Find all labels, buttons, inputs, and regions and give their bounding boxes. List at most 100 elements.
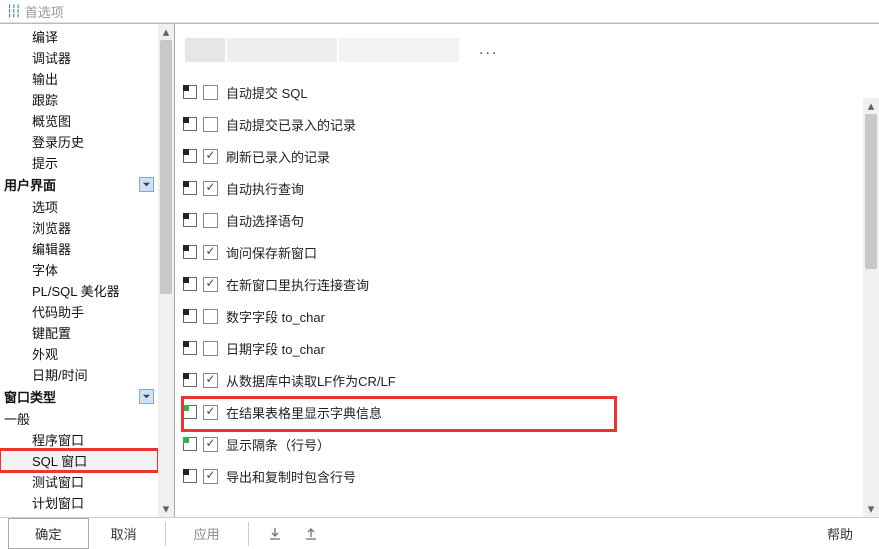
option-row: 日期字段 to_char: [183, 332, 879, 364]
lock-indicator[interactable]: [183, 85, 197, 99]
option-label: 自动选择语句: [226, 211, 304, 230]
tree-item[interactable]: 选项: [0, 196, 158, 217]
titlebar: ┆┆┆ 首选项: [0, 0, 879, 23]
option-row: 自动选择语句: [183, 204, 879, 236]
tree-item[interactable]: PL/SQL 美化器: [0, 280, 158, 301]
tree-item[interactable]: 计划窗口: [0, 492, 158, 513]
tree-item[interactable]: 代码助手: [0, 301, 158, 322]
sidebar: 编译调试器输出跟踪概览图登录历史提示用户界面选项浏览器编辑器字体PL/SQL 美…: [0, 24, 175, 517]
main-header: ...: [175, 24, 879, 70]
scroll-up-icon[interactable]: ▴: [863, 98, 879, 114]
option-row: 在新窗口里执行连接查询: [183, 268, 879, 300]
main-panel: ... 自动提交 SQL 自动提交已录入的记录刷新已录入的记录自动执行查询自动选择…: [175, 24, 879, 517]
scroll-thumb[interactable]: [160, 40, 172, 293]
checkbox[interactable]: [203, 277, 218, 292]
lock-indicator[interactable]: [183, 245, 197, 259]
lock-indicator[interactable]: [183, 117, 197, 131]
tree-item[interactable]: 概览图: [0, 110, 158, 131]
checkbox[interactable]: [203, 117, 218, 132]
option-row: 从数据库中读取LF作为CR/LF: [183, 364, 879, 396]
lock-indicator[interactable]: [183, 277, 197, 291]
overflow-ellipsis[interactable]: ...: [479, 41, 498, 59]
tree-item[interactable]: 测试窗口: [0, 471, 158, 492]
footer: 确定 取消 应用 帮助: [0, 517, 879, 549]
checkbox[interactable]: [203, 469, 218, 484]
option-label: 数字字段 to_char: [226, 307, 325, 326]
help-button[interactable]: 帮助: [809, 519, 871, 548]
scroll-thumb[interactable]: [865, 114, 877, 269]
tree-item[interactable]: 浏览器: [0, 217, 158, 238]
checkbox[interactable]: [203, 437, 218, 452]
tree-item[interactable]: 编辑器: [0, 238, 158, 259]
checkbox[interactable]: [203, 341, 218, 356]
scroll-track[interactable]: [158, 40, 174, 501]
sidebar-scrollbar[interactable]: ▴ ▾: [158, 24, 174, 517]
option-row: 刷新已录入的记录: [183, 140, 879, 172]
sliders-icon: ┆┆┆: [6, 4, 19, 18]
option-label: 自动执行查询: [226, 179, 304, 198]
tree-item[interactable]: 跟踪: [0, 89, 158, 110]
main-scrollbar[interactable]: ▴ ▾: [863, 98, 879, 517]
lock-indicator[interactable]: [183, 341, 197, 355]
checkbox[interactable]: [203, 149, 218, 164]
tree-item[interactable]: 键配置: [0, 322, 158, 343]
scroll-down-icon[interactable]: ▾: [863, 501, 879, 517]
lock-indicator[interactable]: [183, 437, 197, 451]
tree-item[interactable]: 外观: [0, 343, 158, 364]
option-row: 在结果表格里显示字典信息: [183, 396, 879, 428]
tree-item[interactable]: 提示: [0, 152, 158, 173]
tree-item-sql-window[interactable]: SQL 窗口: [0, 450, 158, 471]
lock-indicator[interactable]: [183, 181, 197, 195]
lock-indicator[interactable]: [183, 309, 197, 323]
option-row: 自动提交已录入的记录: [183, 108, 879, 140]
option-row: 导出和复制时包含行号: [183, 460, 879, 492]
tree-category[interactable]: 窗口类型: [0, 385, 158, 408]
cancel-button[interactable]: 取消: [93, 519, 155, 548]
option-row: 数字字段 to_char: [183, 300, 879, 332]
scroll-track[interactable]: [863, 114, 879, 501]
lock-indicator[interactable]: [183, 469, 197, 483]
option-row: 自动提交 SQL: [183, 76, 879, 108]
option-row: 询问保存新窗口: [183, 236, 879, 268]
checkbox[interactable]: [203, 245, 218, 260]
checkbox[interactable]: [203, 85, 218, 100]
option-label: 刷新已录入的记录: [226, 147, 330, 166]
scroll-up-icon[interactable]: ▴: [158, 24, 174, 40]
option-label: 自动提交 SQL: [226, 83, 308, 102]
options-list: 自动提交 SQL 自动提交已录入的记录刷新已录入的记录自动执行查询自动选择语句询问…: [175, 70, 879, 517]
export-icon[interactable]: [301, 527, 321, 541]
tree-item[interactable]: 字体: [0, 259, 158, 280]
lock-indicator[interactable]: [183, 213, 197, 227]
checkbox[interactable]: [203, 181, 218, 196]
checkbox[interactable]: [203, 309, 218, 324]
option-label: 询问保存新窗口: [226, 243, 317, 262]
tree-item[interactable]: 程序窗口: [0, 429, 158, 450]
tree-item[interactable]: 登录历史: [0, 131, 158, 152]
import-icon[interactable]: [265, 527, 285, 541]
option-row: 显示隔条（行号）: [183, 428, 879, 460]
tree-item[interactable]: 输出: [0, 68, 158, 89]
checkbox[interactable]: [203, 373, 218, 388]
tree-item[interactable]: 编译: [0, 26, 158, 47]
tree-category[interactable]: 用户界面: [0, 173, 158, 196]
apply-button[interactable]: 应用: [176, 519, 238, 548]
checkbox[interactable]: [203, 213, 218, 228]
option-label: 从数据库中读取LF作为CR/LF: [226, 371, 396, 390]
lock-indicator[interactable]: [183, 149, 197, 163]
category-tree[interactable]: 编译调试器输出跟踪概览图登录历史提示用户界面选项浏览器编辑器字体PL/SQL 美…: [0, 24, 158, 517]
chevron-down-icon[interactable]: [139, 389, 154, 404]
tree-item[interactable]: 调试器: [0, 47, 158, 68]
lock-indicator[interactable]: [183, 373, 197, 387]
scroll-down-icon[interactable]: ▾: [158, 501, 174, 517]
chevron-down-icon[interactable]: [139, 177, 154, 192]
option-label: 日期字段 to_char: [226, 339, 325, 358]
lock-indicator[interactable]: [183, 405, 197, 419]
body: 编译调试器输出跟踪概览图登录历史提示用户界面选项浏览器编辑器字体PL/SQL 美…: [0, 23, 879, 517]
ok-button[interactable]: 确定: [8, 518, 89, 549]
option-label: 在结果表格里显示字典信息: [226, 403, 382, 422]
divider: [248, 522, 249, 546]
option-label: 显示隔条（行号）: [226, 435, 330, 454]
checkbox[interactable]: [203, 405, 218, 420]
tree-item[interactable]: 一般: [0, 408, 158, 429]
tree-item[interactable]: 日期/时间: [0, 364, 158, 385]
